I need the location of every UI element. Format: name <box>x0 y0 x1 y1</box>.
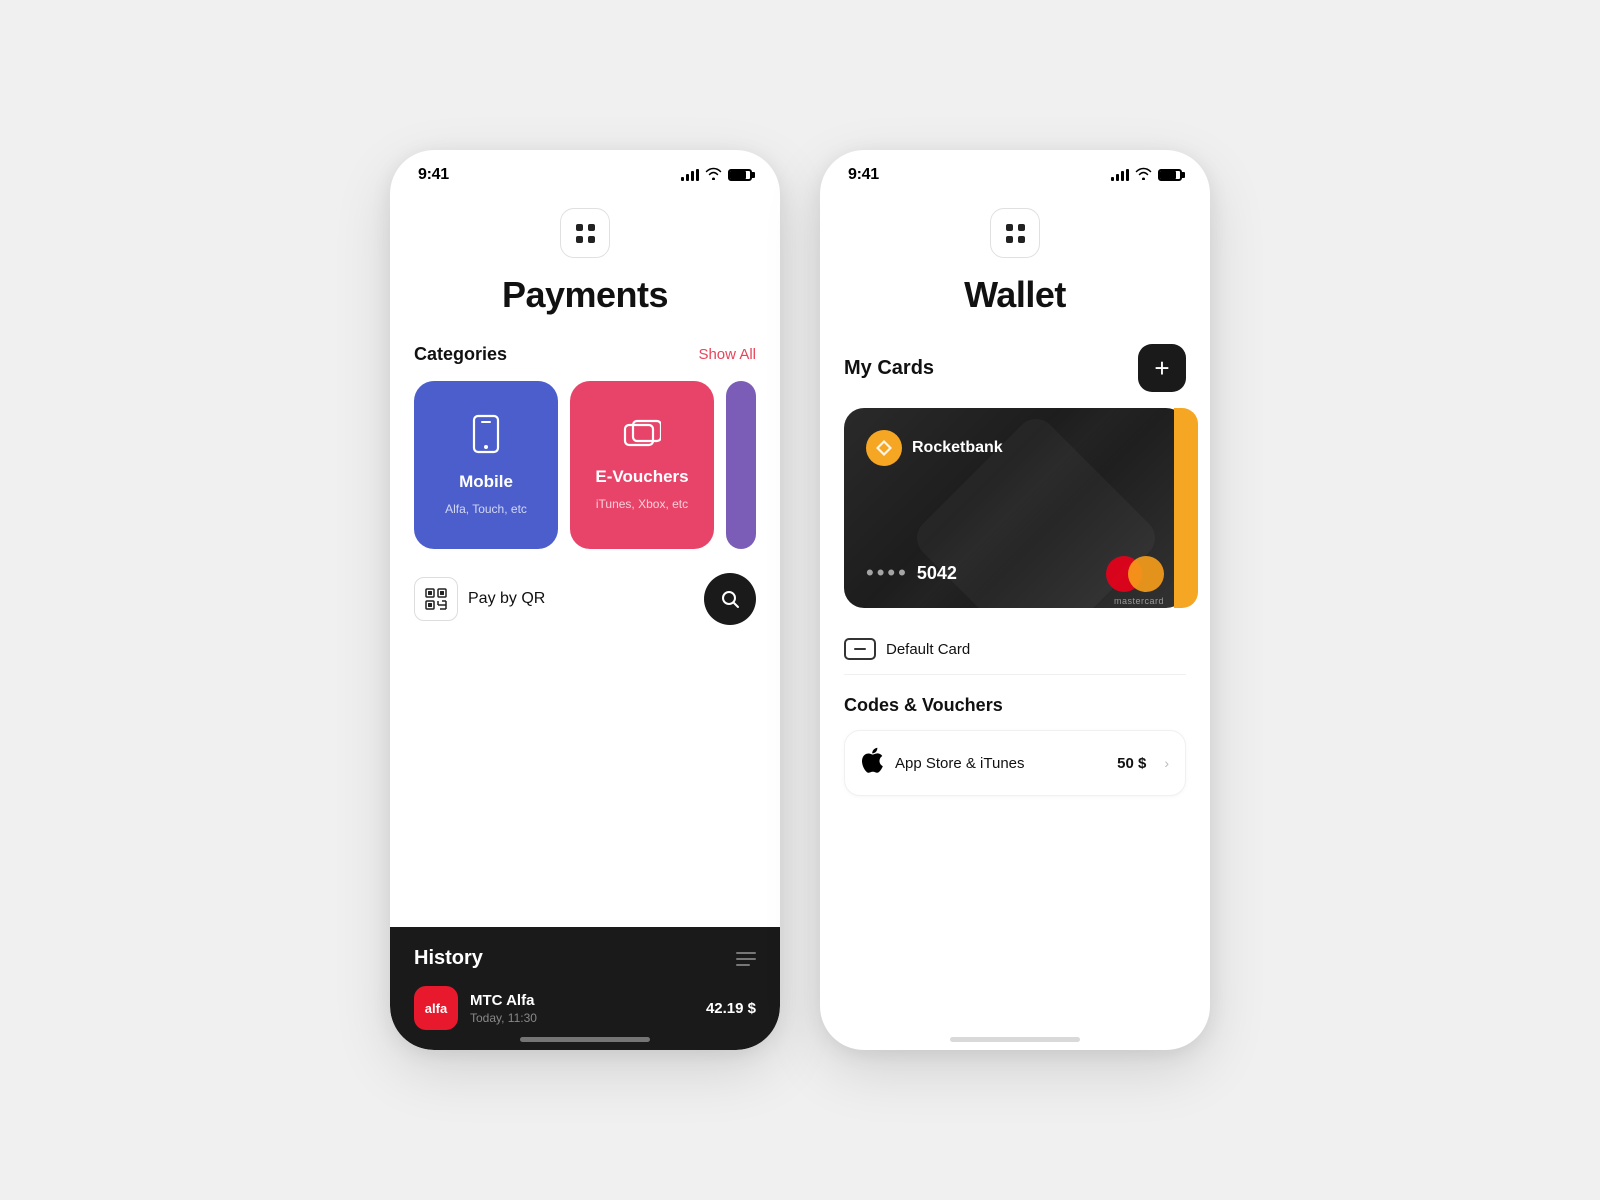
battery-icon <box>728 169 752 181</box>
payments-screen: Payments Categories Show All Mobile <box>390 258 780 1050</box>
payments-status-bar: 9:41 <box>390 150 780 192</box>
chevron-right-icon: › <box>1164 755 1169 771</box>
wallet-app-icon[interactable] <box>990 208 1040 258</box>
voucher-name: App Store & iTunes <box>895 755 1105 772</box>
status-icons <box>681 167 752 183</box>
signal-icon <box>681 169 699 181</box>
wallet-screen: Wallet My Cards + Rocke <box>820 258 1210 1050</box>
mobile-icon <box>470 414 502 462</box>
history-item[interactable]: alfa MTC Alfa Today, 11:30 42.19 $ <box>414 986 756 1030</box>
history-panel: History alfa MTC Alfa Today, 11:30 42.19… <box>390 927 780 1050</box>
wallet-phone: 9:41 <box>820 150 1210 1050</box>
show-all-link[interactable]: Show All <box>698 346 756 363</box>
my-cards-header: My Cards + <box>844 344 1186 392</box>
wallet-home-indicator <box>950 1037 1080 1042</box>
bank-name: Rocketbank <box>912 439 1003 457</box>
category-partial <box>726 381 756 549</box>
card-last4: 5042 <box>917 563 957 584</box>
payments-title: Payments <box>414 258 756 344</box>
evouchers-icon <box>623 419 661 457</box>
bottom-row: Pay by QR <box>414 573 756 625</box>
voucher-item-appstore[interactable]: App Store & iTunes 50 $ › <box>844 730 1186 796</box>
add-card-button[interactable]: + <box>1138 344 1186 392</box>
wallet-battery-icon <box>1158 169 1182 181</box>
wallet-wifi-icon <box>1135 167 1152 183</box>
card-container: Rocketbank •••• 5042 mastercard <box>844 408 1186 608</box>
categories-row: Mobile Alfa, Touch, etc E-Vouchers iTune… <box>414 381 756 549</box>
evouchers-name: E-Vouchers <box>595 467 688 487</box>
history-header: History <box>414 947 756 970</box>
categories-label: Categories <box>414 344 507 365</box>
mobile-name: Mobile <box>459 472 513 492</box>
wallet-status-icons <box>1111 167 1182 183</box>
wifi-icon <box>705 167 722 183</box>
qr-icon <box>414 577 458 621</box>
merchant-name: MTC Alfa <box>470 992 694 1009</box>
wallet-signal-icon <box>1111 169 1129 181</box>
categories-header: Categories Show All <box>414 344 756 365</box>
apple-icon <box>861 747 883 779</box>
card-outline-icon <box>844 638 876 660</box>
mastercard-logo <box>1106 556 1164 592</box>
credit-card[interactable]: Rocketbank •••• 5042 mastercard <box>844 408 1186 608</box>
payments-content: Payments Categories Show All Mobile <box>390 258 780 927</box>
merchant-date: Today, 11:30 <box>470 1011 694 1025</box>
wallet-status-bar: 9:41 <box>820 150 1210 192</box>
mobile-sub: Alfa, Touch, etc <box>445 502 527 516</box>
wallet-time: 9:41 <box>848 166 879 184</box>
mastercard-label: mastercard <box>1114 596 1164 606</box>
history-title: History <box>414 947 483 970</box>
card-number-row: •••• 5042 <box>866 560 957 586</box>
payments-app-icon[interactable] <box>560 208 610 258</box>
category-evouchers[interactable]: E-Vouchers iTunes, Xbox, etc <box>570 381 714 549</box>
voucher-amount: 50 $ <box>1117 755 1146 772</box>
search-button[interactable] <box>704 573 756 625</box>
merchant-logo: alfa <box>414 986 458 1030</box>
pay-by-qr-button[interactable]: Pay by QR <box>414 577 545 621</box>
card-peek <box>1174 408 1198 608</box>
filter-icon[interactable] <box>736 952 756 966</box>
category-mobile[interactable]: Mobile Alfa, Touch, etc <box>414 381 558 549</box>
card-dots: •••• <box>866 560 909 586</box>
codes-title: Codes & Vouchers <box>844 695 1186 716</box>
qr-label: Pay by QR <box>468 590 545 608</box>
evouchers-sub: iTunes, Xbox, etc <box>596 497 688 511</box>
bank-logo <box>866 430 902 466</box>
payments-time: 9:41 <box>418 166 449 184</box>
wallet-title: Wallet <box>844 258 1186 344</box>
my-cards-title: My Cards <box>844 357 934 380</box>
merchant-info: MTC Alfa Today, 11:30 <box>470 992 694 1025</box>
payments-phone: 9:41 <box>390 150 780 1050</box>
default-card-row[interactable]: Default Card <box>844 624 1186 675</box>
merchant-amount: 42.19 $ <box>706 1000 756 1017</box>
home-indicator <box>520 1037 650 1042</box>
default-card-label: Default Card <box>886 641 970 658</box>
